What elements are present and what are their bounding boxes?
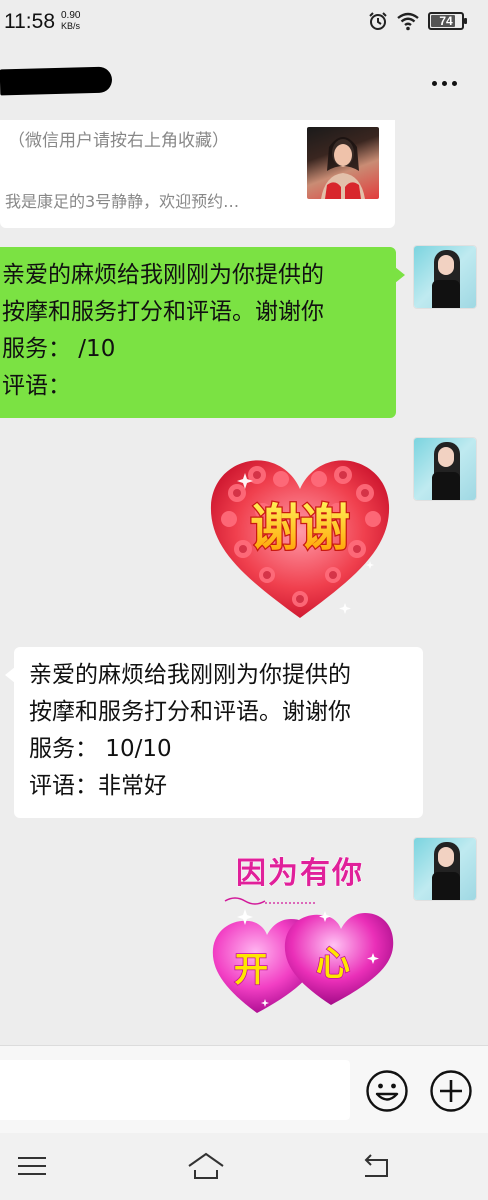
avatar-body	[432, 872, 460, 900]
rose-heart-icon: 谢谢	[210, 460, 390, 618]
happy-heart-text-2: 心	[316, 944, 350, 984]
avatar-body	[432, 472, 460, 500]
message-line: 服务： /10	[2, 336, 116, 362]
network-speed-value: 0.90	[61, 10, 81, 21]
my-avatar[interactable]	[413, 437, 477, 501]
message-line: 按摩和服务打分和评语。谢谢你	[29, 699, 351, 725]
back-icon[interactable]	[357, 1149, 397, 1183]
menu-icon[interactable]	[12, 1149, 52, 1183]
avatar-body	[432, 280, 460, 308]
plus-icon[interactable]	[429, 1069, 473, 1113]
more-dot	[441, 80, 447, 86]
message-line: 评语：非常好	[29, 773, 167, 799]
battery-level: 74	[439, 14, 453, 28]
battery-icon: 74	[428, 12, 467, 30]
chat-header	[0, 44, 488, 120]
more-dot	[431, 80, 437, 86]
system-nav-bar	[0, 1133, 488, 1200]
message-line: 亲爱的麻烦给我刚刚为你提供的	[29, 662, 351, 688]
happy-sticker-top-text: 因为有你	[236, 856, 364, 891]
happy-heart-text-1: 开	[234, 950, 268, 990]
emoji-icon[interactable]	[365, 1069, 409, 1113]
bubble-tail	[395, 267, 405, 283]
received-text-content: 亲爱的麻烦给我刚刚为你提供的 按摩和服务打分和评语。谢谢你 服务： 10/10 …	[29, 657, 421, 805]
alarm-clock-icon	[369, 12, 387, 30]
more-dots-icon[interactable]	[424, 68, 464, 98]
avatar-face	[438, 847, 454, 867]
more-dot	[451, 80, 457, 86]
message-line: 评语：	[2, 373, 71, 399]
sent-text-bubble[interactable]: 亲爱的麻烦给我刚刚为你提供的 按摩和服务打分和评语。谢谢你 服务： /10 评语…	[0, 247, 405, 418]
link-thumbnail-figure	[321, 137, 365, 199]
bubble-tail	[5, 667, 15, 683]
status-icons: 74	[368, 11, 467, 31]
message-line: 亲爱的麻烦给我刚刚为你提供的	[2, 262, 324, 288]
received-text-bubble[interactable]: 亲爱的麻烦给我刚刚为你提供的 按摩和服务打分和评语。谢谢你 服务： 10/10 …	[5, 647, 423, 818]
home-icon[interactable]	[186, 1149, 226, 1183]
sent-text-content: 亲爱的麻烦给我刚刚为你提供的 按摩和服务打分和评语。谢谢你 服务： /10 评语…	[2, 257, 394, 405]
happy-hearts-sticker[interactable]: 因为有你 开 心	[205, 853, 395, 1023]
message-line: 按摩和服务打分和评语。谢谢你	[2, 299, 324, 325]
avatar-face	[438, 255, 454, 275]
link-card-thumbnail	[307, 127, 379, 199]
link-card-message[interactable]: （微信用户请按右上角收藏） 我是康足的3号静静，欢迎预约…	[0, 120, 395, 228]
network-speed: 0.90 KB/s	[61, 10, 81, 32]
wifi-icon	[397, 12, 419, 31]
status-time: 11:58	[4, 10, 55, 33]
network-speed-unit: KB/s	[61, 21, 81, 31]
my-avatar[interactable]	[413, 837, 477, 901]
pink-hearts-icon: 因为有你 开 心	[212, 856, 394, 1013]
message-line: 服务： 10/10	[29, 736, 172, 762]
link-card-description: 我是康足的3号静静，欢迎预约…	[5, 192, 240, 211]
thanks-sticker-text: 谢谢	[250, 499, 350, 557]
avatar-face	[438, 447, 454, 467]
message-input[interactable]	[0, 1060, 350, 1120]
message-input-bar	[0, 1045, 488, 1133]
thanks-heart-sticker[interactable]: 谢谢	[205, 453, 395, 621]
my-avatar[interactable]	[413, 245, 477, 309]
link-card-hint: （微信用户请按右上角收藏）	[8, 131, 229, 151]
battery-cap	[464, 18, 467, 24]
redacted-contact-name	[0, 66, 113, 96]
chat-messages[interactable]: （微信用户请按右上角收藏） 我是康足的3号静静，欢迎预约… 亲爱的麻烦给我刚刚为…	[0, 120, 488, 1045]
status-bar: 11:58 0.90 KB/s 74	[0, 0, 488, 44]
